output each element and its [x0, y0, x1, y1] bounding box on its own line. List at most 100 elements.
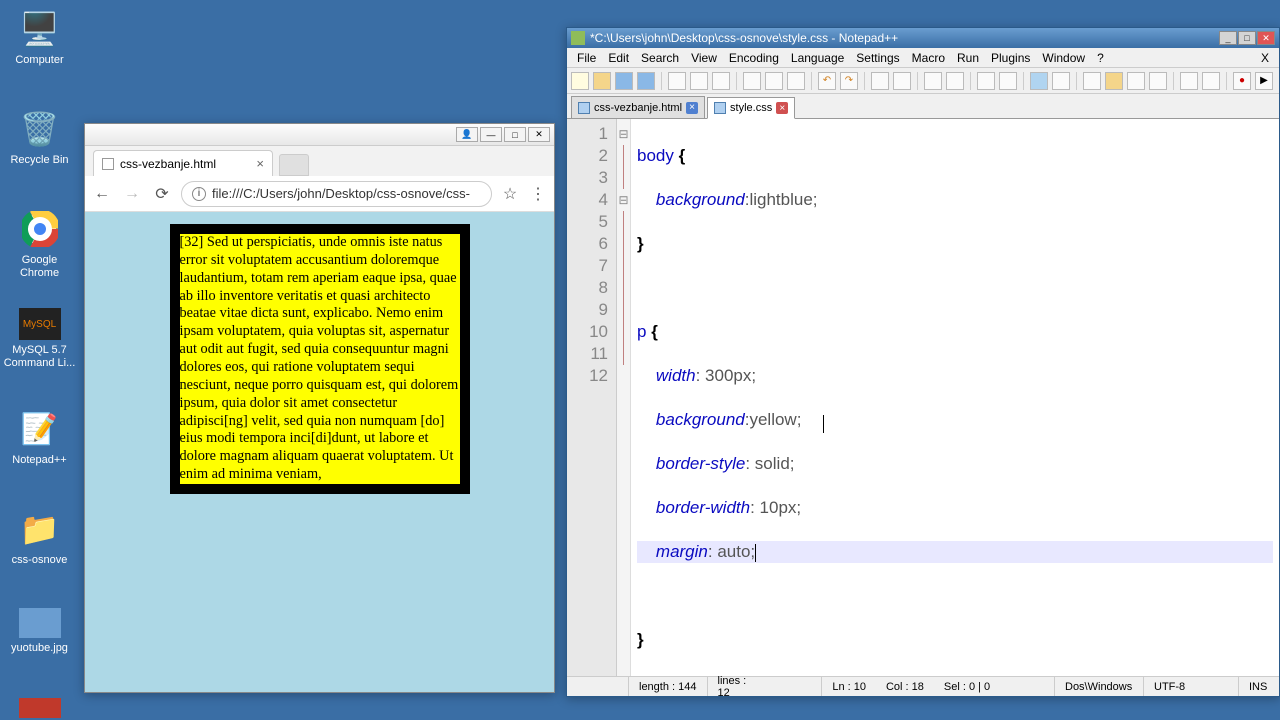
desktop-icon-folder[interactable]: 📁 css-osnove — [2, 508, 77, 567]
desktop-icon-notepadpp[interactable]: 📝 Notepad++ — [2, 408, 77, 467]
menu-help[interactable]: ? — [1091, 49, 1110, 67]
bookmark-icon[interactable]: ☆ — [500, 184, 520, 204]
browser-toolbar: ← → ⟳ i file:///C:/Users/john/Desktop/cs… — [85, 176, 554, 212]
menu-icon[interactable]: ⋮ — [528, 184, 548, 204]
npp-statusbar: length : 144 lines : 12 Ln : 10 Col : 18… — [567, 676, 1279, 696]
play-icon[interactable]: ▶ — [1255, 72, 1273, 90]
browser-tab[interactable]: css-vezbanje.html × — [93, 150, 273, 176]
browser-titlebar[interactable]: 👤 — □ ✕ — [85, 124, 554, 146]
separator — [1173, 72, 1174, 90]
menu-settings[interactable]: Settings — [850, 49, 905, 67]
zoom-in-icon[interactable] — [924, 72, 942, 90]
icon-label: yuotube.jpg — [2, 642, 77, 655]
desktop-icon-chrome[interactable]: Google Chrome — [2, 208, 77, 280]
print-icon[interactable] — [712, 72, 730, 90]
status-spacer — [567, 677, 629, 696]
paste-icon[interactable] — [787, 72, 805, 90]
tab-close-icon[interactable]: × — [256, 156, 264, 171]
menu-view[interactable]: View — [685, 49, 723, 67]
menu-language[interactable]: Language — [785, 49, 850, 67]
status-enc: UTF-8 — [1144, 677, 1239, 696]
site-info-icon[interactable]: i — [192, 187, 206, 201]
wordwrap-icon[interactable] — [1030, 72, 1048, 90]
replace-icon[interactable] — [893, 72, 911, 90]
maximize-button[interactable]: □ — [504, 127, 526, 142]
document-close-button[interactable]: X — [1255, 49, 1275, 67]
notepadpp-icon: 📝 — [19, 408, 61, 450]
file-tab-css[interactable]: style.css × — [707, 97, 795, 119]
npp-titlebar[interactable]: *C:\Users\john\Desktop\css-osnove\style.… — [567, 28, 1279, 48]
function-icon[interactable] — [1127, 72, 1145, 90]
indent-icon[interactable] — [1083, 72, 1101, 90]
copy-icon[interactable] — [765, 72, 783, 90]
menu-file[interactable]: File — [571, 49, 602, 67]
close-button[interactable]: ✕ — [528, 127, 550, 142]
app-icon — [19, 698, 61, 718]
minimize-button[interactable]: — — [480, 127, 502, 142]
menu-encoding[interactable]: Encoding — [723, 49, 785, 67]
image-icon — [19, 608, 61, 638]
save-all-icon[interactable] — [637, 72, 655, 90]
undo-icon[interactable]: ↶ — [818, 72, 836, 90]
maximize-button[interactable]: □ — [1238, 31, 1256, 45]
npp-menubar: File Edit Search View Encoding Language … — [567, 48, 1279, 68]
status-ln: Ln : 10 — [821, 677, 876, 696]
tab-close-icon[interactable]: × — [686, 102, 698, 114]
sync-h-icon[interactable] — [999, 72, 1017, 90]
menu-edit[interactable]: Edit — [602, 49, 635, 67]
desktop-icon-recyclebin[interactable]: 🗑️ Recycle Bin — [2, 108, 77, 167]
npp-toolbar: ↶ ↷ ● ▶ — [567, 68, 1279, 94]
redo-icon[interactable]: ↷ — [840, 72, 858, 90]
sync-v-icon[interactable] — [977, 72, 995, 90]
forward-button[interactable]: → — [121, 183, 143, 205]
desktop-icon-image[interactable]: yuotube.jpg — [2, 608, 77, 655]
status-col: Col : 18 — [876, 677, 934, 696]
menu-window[interactable]: Window — [1036, 49, 1091, 67]
icon-label: css-osnove — [2, 554, 77, 567]
separator — [970, 72, 971, 90]
code-area[interactable]: body { background:lightblue; } p { width… — [631, 119, 1279, 676]
close-file-icon[interactable] — [668, 72, 686, 90]
file-tab-html[interactable]: css-vezbanje.html × — [571, 96, 705, 118]
find-icon[interactable] — [871, 72, 889, 90]
cut-icon[interactable] — [743, 72, 761, 90]
close-button[interactable]: ✕ — [1257, 31, 1275, 45]
file-icon — [578, 102, 590, 114]
back-button[interactable]: ← — [91, 183, 113, 205]
npp-filetabs: css-vezbanje.html × style.css × — [567, 94, 1279, 118]
chrome-icon — [19, 208, 61, 250]
secondary-cursor — [823, 415, 824, 433]
new-file-icon[interactable] — [571, 72, 589, 90]
open-file-icon[interactable] — [593, 72, 611, 90]
desktop-icon-computer[interactable]: 🖥️ Computer — [2, 8, 77, 67]
save-icon[interactable] — [615, 72, 633, 90]
line-numbers: 123456789101112 — [567, 119, 617, 676]
close-all-icon[interactable] — [690, 72, 708, 90]
menu-plugins[interactable]: Plugins — [985, 49, 1036, 67]
fold-margin[interactable]: ⊟⊟ — [617, 119, 631, 676]
reload-button[interactable]: ⟳ — [151, 183, 173, 205]
map-icon[interactable] — [1149, 72, 1167, 90]
npp-editor[interactable]: 123456789101112 ⊟⊟ body { background:lig… — [567, 118, 1279, 676]
url-bar[interactable]: i file:///C:/Users/john/Desktop/css-osno… — [181, 181, 492, 207]
status-lines: lines : 12 — [708, 677, 768, 696]
tab-close-icon[interactable]: × — [776, 102, 788, 114]
url-text: file:///C:/Users/john/Desktop/css-osnove… — [212, 186, 470, 201]
menu-macro[interactable]: Macro — [906, 49, 951, 67]
separator — [661, 72, 662, 90]
browser-viewport: [32] Sed ut perspiciatis, unde omnis ist… — [85, 212, 554, 692]
user-icon[interactable]: 👤 — [456, 127, 478, 142]
record-icon[interactable]: ● — [1233, 72, 1251, 90]
desktop-icon-mysql[interactable]: MySQL MySQL 5.7 Command Li... — [2, 308, 77, 370]
zoom-out-icon[interactable] — [946, 72, 964, 90]
menu-run[interactable]: Run — [951, 49, 985, 67]
minimize-button[interactable]: _ — [1219, 31, 1237, 45]
hide-icon[interactable] — [1202, 72, 1220, 90]
paragraph-content: [32] Sed ut perspiciatis, unde omnis ist… — [170, 224, 470, 494]
folder-icon[interactable] — [1105, 72, 1123, 90]
new-tab-button[interactable] — [279, 154, 309, 176]
desktop-icon-other[interactable] — [2, 698, 77, 718]
menu-search[interactable]: Search — [635, 49, 685, 67]
monitor-icon[interactable] — [1180, 72, 1198, 90]
allchars-icon[interactable] — [1052, 72, 1070, 90]
